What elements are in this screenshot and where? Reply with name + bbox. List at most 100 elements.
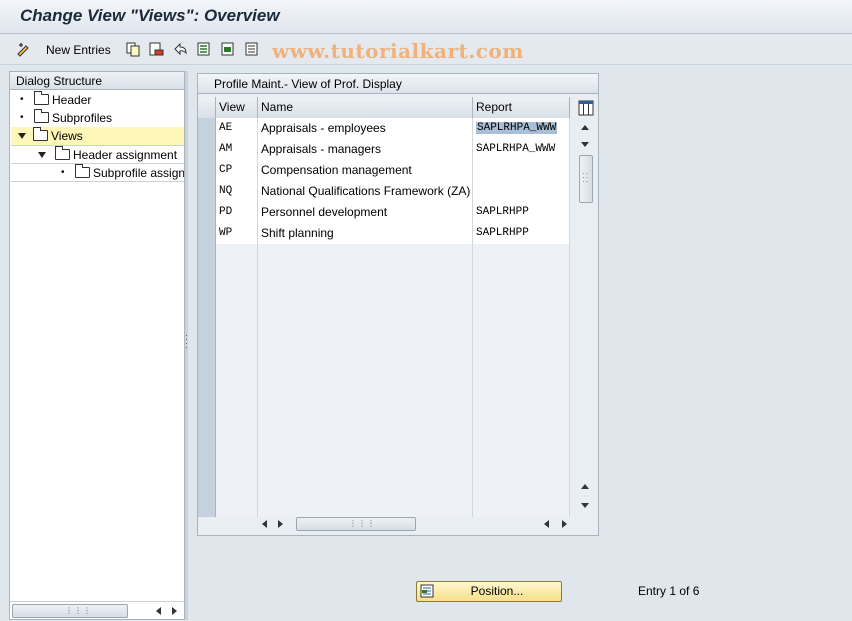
column-header-view[interactable]: View	[216, 97, 258, 118]
cell-report[interactable]: SAPLRHPP	[473, 223, 570, 244]
cell-view[interactable]	[216, 412, 258, 433]
copy-icon[interactable]	[125, 41, 141, 57]
row-selector-cell[interactable]	[198, 160, 216, 181]
row-selector-cell[interactable]	[198, 370, 216, 391]
cell-view[interactable]: CP	[216, 160, 258, 181]
row-selector-cell[interactable]	[198, 433, 216, 454]
select-block-icon[interactable]	[220, 41, 236, 57]
table-horizontal-scrollbar[interactable]: ⋮⋮⋮	[258, 515, 574, 533]
cell-name[interactable]	[258, 412, 473, 433]
cell-name[interactable]	[258, 328, 473, 349]
cell-report[interactable]	[473, 307, 570, 328]
scroll-right-icon[interactable]	[562, 520, 567, 528]
cell-view[interactable]	[216, 370, 258, 391]
scroll-left-icon[interactable]	[156, 607, 161, 615]
cell-view[interactable]: NQ	[216, 181, 258, 202]
scroll-down-icon[interactable]	[581, 503, 589, 508]
scroll-up-icon[interactable]	[581, 484, 589, 489]
cell-view[interactable]	[216, 475, 258, 496]
cell-view[interactable]	[216, 307, 258, 328]
scroll-left-icon[interactable]	[544, 520, 549, 528]
new-entries-button[interactable]: New Entries	[46, 43, 111, 57]
row-selector-cell[interactable]	[198, 391, 216, 412]
display-change-icon[interactable]	[16, 41, 32, 57]
cell-report[interactable]	[473, 160, 570, 181]
cell-name[interactable]	[258, 433, 473, 454]
table-vertical-scrollbar[interactable]: ·· ·· ··	[574, 97, 596, 517]
column-header-report[interactable]: Report	[473, 97, 570, 118]
tree-item-subprofile-assignment[interactable]: • Subprofile assignr	[11, 164, 184, 182]
cell-name[interactable]	[258, 496, 473, 517]
cell-view[interactable]: WP	[216, 223, 258, 244]
cell-view[interactable]	[216, 496, 258, 517]
expand-arrow-icon[interactable]	[38, 152, 46, 158]
pane-splitter[interactable]: · · · ·	[185, 71, 188, 620]
cell-view[interactable]	[216, 286, 258, 307]
cell-name[interactable]	[258, 286, 473, 307]
scroll-right-icon[interactable]	[172, 607, 177, 615]
cell-view[interactable]: AM	[216, 139, 258, 160]
cell-name[interactable]	[258, 307, 473, 328]
select-all-icon[interactable]	[196, 41, 212, 57]
cell-report[interactable]: SAPLRHPA_WWW	[473, 139, 570, 160]
row-selector-cell[interactable]	[198, 454, 216, 475]
row-selector-cell[interactable]	[198, 244, 216, 265]
select-all-rows-cell[interactable]	[198, 97, 216, 118]
cell-report[interactable]	[473, 412, 570, 433]
scroll-down-icon[interactable]	[581, 142, 589, 147]
cell-report[interactable]	[473, 244, 570, 265]
cell-name[interactable]	[258, 349, 473, 370]
cell-name[interactable]	[258, 391, 473, 412]
row-selector-cell[interactable]	[198, 496, 216, 517]
cell-report[interactable]	[473, 454, 570, 475]
tree-horizontal-scrollbar[interactable]: ⋮⋮⋮	[10, 601, 184, 619]
cell-view[interactable]	[216, 391, 258, 412]
scroll-thumb[interactable]: ⋮⋮⋮	[12, 604, 128, 618]
column-header-name[interactable]: Name	[258, 97, 473, 118]
cell-report[interactable]	[473, 370, 570, 391]
position-button[interactable]: Position...	[416, 581, 562, 602]
cell-view[interactable]	[216, 328, 258, 349]
scroll-thumb[interactable]: ·· ·· ··	[579, 155, 593, 203]
cell-report[interactable]	[473, 475, 570, 496]
undo-icon[interactable]	[172, 41, 188, 57]
row-selector-cell[interactable]	[198, 475, 216, 496]
cell-view[interactable]	[216, 244, 258, 265]
row-selector-cell[interactable]	[198, 181, 216, 202]
row-selector-cell[interactable]	[198, 328, 216, 349]
row-selector-cell[interactable]	[198, 349, 216, 370]
cell-view[interactable]	[216, 433, 258, 454]
deselect-all-icon[interactable]	[244, 41, 260, 57]
row-selector-cell[interactable]	[198, 202, 216, 223]
cell-report[interactable]	[473, 265, 570, 286]
cell-name[interactable]	[258, 370, 473, 391]
cell-report[interactable]: SAPLRHPA_WWW	[473, 118, 570, 139]
cell-report[interactable]	[473, 391, 570, 412]
cell-name[interactable]	[258, 454, 473, 475]
delete-icon[interactable]	[148, 41, 164, 57]
row-selector-cell[interactable]	[198, 412, 216, 433]
scroll-up-icon[interactable]	[581, 125, 589, 130]
cell-name[interactable]	[258, 265, 473, 286]
tree-item-views[interactable]: Views	[11, 127, 184, 145]
cell-report[interactable]	[473, 496, 570, 517]
cell-report[interactable]	[473, 286, 570, 307]
scroll-right-icon[interactable]	[278, 520, 283, 528]
cell-view[interactable]	[216, 454, 258, 475]
scroll-left-icon[interactable]	[262, 520, 267, 528]
cell-view[interactable]: AE	[216, 118, 258, 139]
cell-view[interactable]	[216, 265, 258, 286]
cell-view[interactable]	[216, 349, 258, 370]
cell-report[interactable]	[473, 349, 570, 370]
cell-report[interactable]: SAPLRHPP	[473, 202, 570, 223]
cell-report[interactable]	[473, 181, 570, 202]
row-selector-cell[interactable]	[198, 307, 216, 328]
row-selector-cell[interactable]	[198, 139, 216, 160]
cell-view[interactable]: PD	[216, 202, 258, 223]
row-selector-cell[interactable]	[198, 265, 216, 286]
row-selector-cell[interactable]	[198, 223, 216, 244]
tree-item-header-assignment[interactable]: Header assignment	[11, 146, 184, 164]
row-selector-cell[interactable]	[198, 286, 216, 307]
cell-report[interactable]	[473, 328, 570, 349]
scroll-thumb[interactable]: ⋮⋮⋮	[296, 517, 416, 531]
